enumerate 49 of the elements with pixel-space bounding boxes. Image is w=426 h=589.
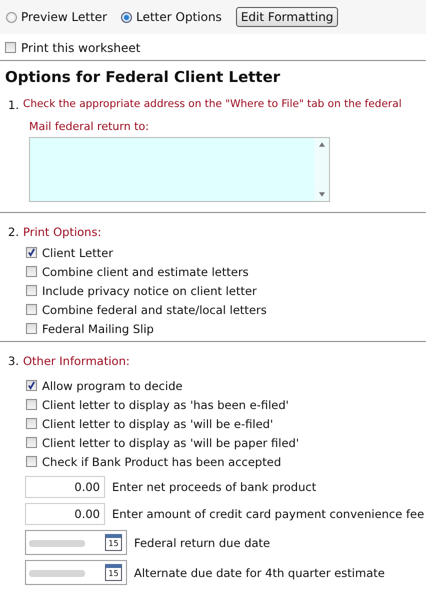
checkbox-label: Combine client and estimate letters bbox=[42, 264, 249, 278]
date-field[interactable]: 15 bbox=[25, 530, 127, 555]
checkbox[interactable] bbox=[26, 399, 37, 410]
checkbox[interactable] bbox=[26, 437, 37, 448]
section-heading: Other Information: bbox=[22, 354, 130, 368]
checkbox-label: Combine federal and state/local letters bbox=[42, 302, 267, 316]
checkbox-label: Allow program to decide bbox=[42, 378, 183, 392]
section-number: 3. bbox=[8, 354, 19, 368]
address-field[interactable] bbox=[29, 137, 330, 202]
date-field[interactable]: 15 bbox=[25, 560, 127, 585]
checkbox[interactable] bbox=[26, 323, 37, 334]
checkbox[interactable] bbox=[26, 266, 37, 277]
checkbox[interactable] bbox=[26, 304, 37, 315]
checkbox-label: Client Letter bbox=[42, 246, 114, 260]
field-label: Alternate due date for 4th quarter estimate bbox=[134, 566, 385, 580]
checkbox-label: Client letter to display as 'will be paper filed' bbox=[42, 436, 299, 450]
page-title: Options for Federal Client Letter bbox=[4, 67, 282, 86]
checkbox-label: Print this worksheet bbox=[21, 40, 140, 54]
calendar-icon[interactable]: 15 bbox=[105, 564, 122, 581]
amount-field[interactable]: 0.00 bbox=[25, 476, 105, 498]
field-label: Federal return due date bbox=[134, 536, 270, 550]
section-number: 2. bbox=[8, 225, 19, 239]
amount-field[interactable]: 0.00 bbox=[25, 503, 105, 525]
checkbox-label: Check if Bank Product has been accepted bbox=[42, 454, 282, 468]
radio-option[interactable]: Letter Options bbox=[121, 10, 222, 24]
scroll-up-icon[interactable] bbox=[318, 142, 324, 147]
calendar-icon[interactable]: 15 bbox=[105, 534, 122, 551]
checkbox[interactable] bbox=[26, 285, 37, 296]
radio-button[interactable] bbox=[6, 12, 17, 22]
checkbox[interactable] bbox=[26, 418, 37, 429]
section-heading: Check the appropriate address on the "Where to File" tab on the federal bbox=[22, 98, 402, 112]
edit-formatting-button[interactable]: Edit Formatting bbox=[236, 7, 338, 27]
checkbox[interactable] bbox=[5, 42, 16, 53]
checkbox-label: Federal Mailing Slip bbox=[42, 322, 154, 336]
section-heading: Print Options: bbox=[22, 225, 102, 239]
radio-button[interactable] bbox=[121, 12, 132, 22]
checkbox-label: Client letter to display as 'will be e-filed' bbox=[42, 416, 274, 430]
section-number: 1. bbox=[8, 98, 19, 112]
radio-option[interactable]: Preview Letter bbox=[6, 10, 108, 24]
checkbox-label: Client letter to display as 'has been e-filed' bbox=[42, 398, 289, 412]
field-label: Mail federal return to: bbox=[28, 119, 150, 133]
field-label: Enter amount of credit card payment convenience fee bbox=[112, 507, 424, 521]
checkbox[interactable] bbox=[26, 456, 37, 467]
checkbox[interactable] bbox=[26, 380, 37, 391]
scrollbar[interactable] bbox=[314, 138, 329, 201]
field-label: Enter net proceeds of bank product bbox=[112, 480, 316, 494]
checkbox-label: Include privacy notice on client letter bbox=[42, 284, 257, 298]
checkbox[interactable] bbox=[26, 247, 37, 258]
scroll-down-icon[interactable] bbox=[318, 192, 324, 197]
